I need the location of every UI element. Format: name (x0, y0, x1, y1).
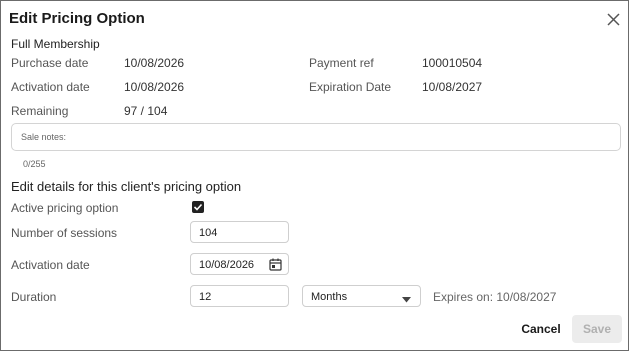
expiration-date-value: 10/08/2027 (422, 80, 483, 94)
activation-edit-label: Activation date (11, 258, 90, 272)
save-button[interactable]: Save (572, 315, 622, 343)
pricing-option-name: Full Membership (11, 37, 100, 51)
sessions-label: Number of sessions (11, 226, 118, 240)
character-counter: 0/255 (23, 159, 46, 169)
dialog-title: Edit Pricing Option (9, 10, 145, 27)
remaining-label: Remaining (11, 104, 69, 118)
active-option-checkbox[interactable] (192, 201, 204, 213)
duration-unit-select[interactable]: Months (302, 285, 421, 307)
purchase-date-value: 10/08/2026 (124, 56, 185, 70)
edit-pricing-option-dialog: Edit Pricing Option Full Membership Purc… (0, 0, 629, 351)
sessions-input-value: 104 (199, 227, 218, 239)
chevron-down-icon (402, 294, 411, 306)
purchase-date-label: Purchase date (11, 56, 89, 70)
activation-date-value: 10/08/2026 (124, 80, 185, 94)
cancel-button[interactable]: Cancel (511, 317, 571, 341)
active-option-label: Active pricing option (11, 201, 119, 215)
duration-input-value: 12 (199, 291, 212, 303)
remaining-value: 97 / 104 (124, 104, 168, 118)
calendar-icon[interactable] (269, 258, 282, 274)
duration-unit-value: Months (311, 291, 348, 303)
payment-ref-label: Payment ref (309, 56, 374, 70)
checkmark-icon (193, 203, 203, 211)
expires-on-text: Expires on: 10/08/2027 (433, 290, 557, 304)
close-icon[interactable] (607, 13, 621, 27)
edit-section-title: Edit details for this client's pricing o… (11, 179, 242, 194)
activation-date-label: Activation date (11, 80, 90, 94)
activation-date-input[interactable]: 10/08/2026 (190, 253, 289, 275)
sale-notes-field[interactable]: Sale notes: (11, 123, 621, 151)
sessions-input[interactable]: 104 (190, 221, 289, 243)
duration-input[interactable]: 12 (190, 285, 289, 307)
duration-label: Duration (11, 290, 57, 304)
sale-notes-placeholder: Sale notes: (21, 132, 67, 142)
payment-ref-value: 100010504 (422, 56, 483, 70)
expiration-date-label: Expiration Date (309, 80, 392, 94)
activation-input-value: 10/08/2026 (199, 259, 255, 271)
